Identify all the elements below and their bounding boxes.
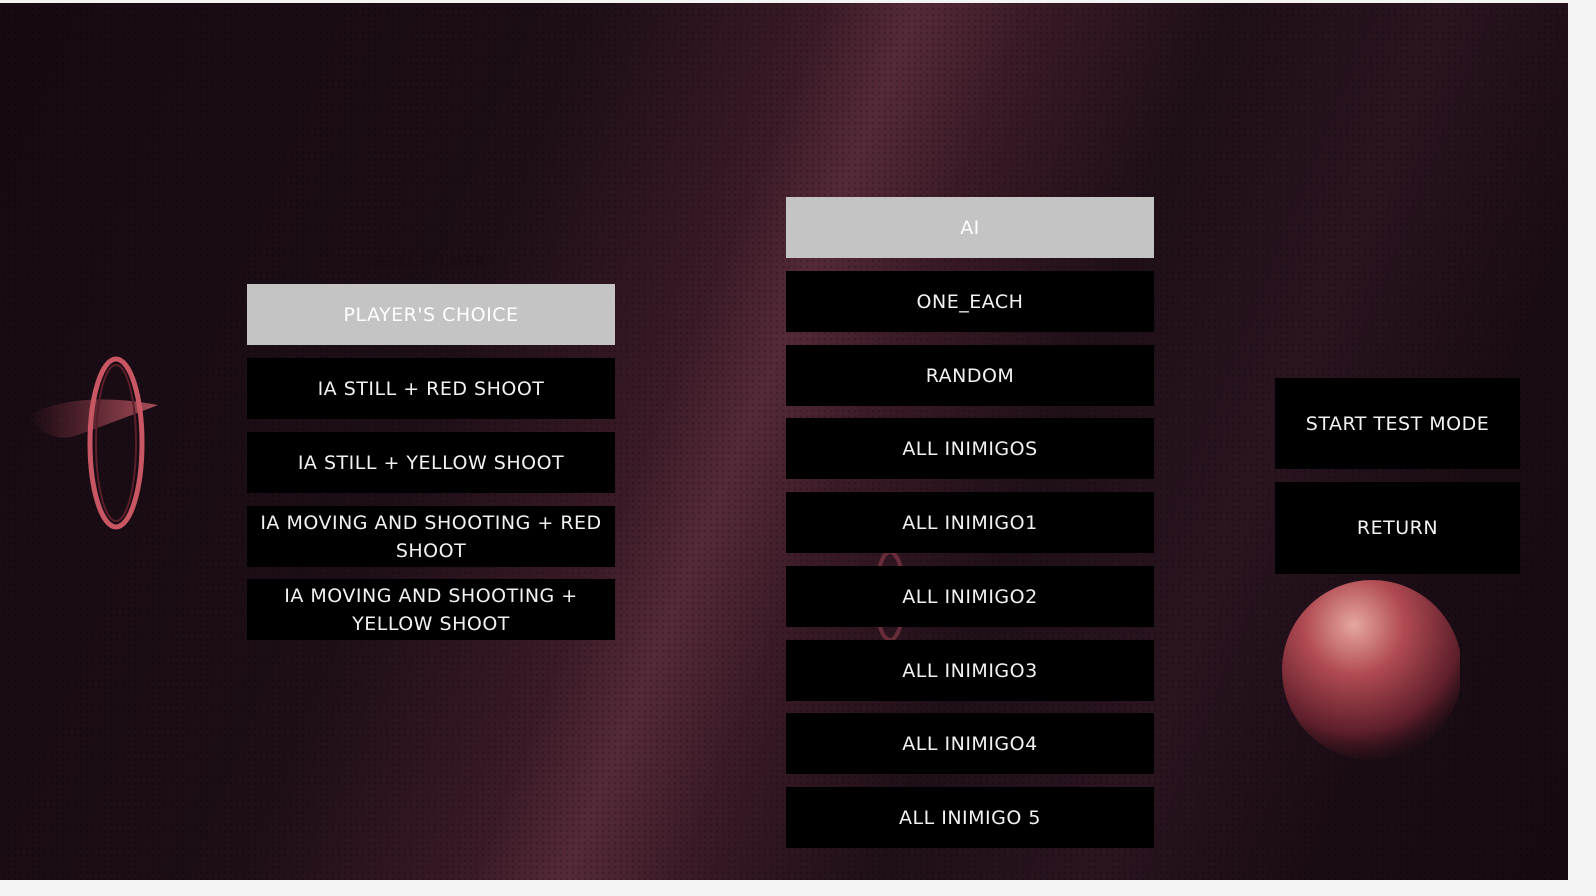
player-option-ia-moving-red[interactable]: IA MOVING AND SHOOTING + RED SHOOT [247, 506, 615, 567]
player-option-ia-moving-yellow[interactable]: IA MOVING AND SHOOTING + YELLOW SHOOT [247, 579, 615, 640]
return-button[interactable]: RETURN [1275, 482, 1520, 574]
enemy-option-ai[interactable]: AI [786, 197, 1154, 258]
enemy-option-all-inimigo3[interactable]: ALL INIMIGO3 [786, 640, 1154, 701]
select-player-label: SELECT PLAYER [372, 254, 486, 270]
enemy-option-all-inimigo-5[interactable]: ALL INIMIGO 5 [786, 787, 1154, 848]
planet-icon [1280, 578, 1462, 763]
enemy-option-one-each[interactable]: ONE_EACH [786, 271, 1154, 332]
player-option-ia-still-red[interactable]: IA STILL + RED SHOOT [247, 358, 615, 419]
enemy-option-all-inimigo2[interactable]: ALL INIMIGO2 [786, 566, 1154, 627]
ring-portal-icon [18, 355, 178, 530]
enemy-option-all-inimigos[interactable]: ALL INIMIGOS [786, 418, 1154, 479]
start-test-mode-button[interactable]: START TEST MODE [1275, 378, 1520, 469]
player-option-ia-still-yellow[interactable]: IA STILL + YELLOW SHOOT [247, 432, 615, 493]
enemy-option-random[interactable]: RANDOM [786, 345, 1154, 406]
bottom-border [0, 880, 1596, 896]
right-border [1568, 0, 1596, 896]
enemy-option-all-inimigo4[interactable]: ALL INIMIGO4 [786, 713, 1154, 774]
enemy-option-all-inimigo1[interactable]: ALL INIMIGO1 [786, 492, 1154, 553]
top-border [0, 0, 1596, 3]
player-option-players-choice[interactable]: PLAYER'S CHOICE [247, 284, 615, 345]
